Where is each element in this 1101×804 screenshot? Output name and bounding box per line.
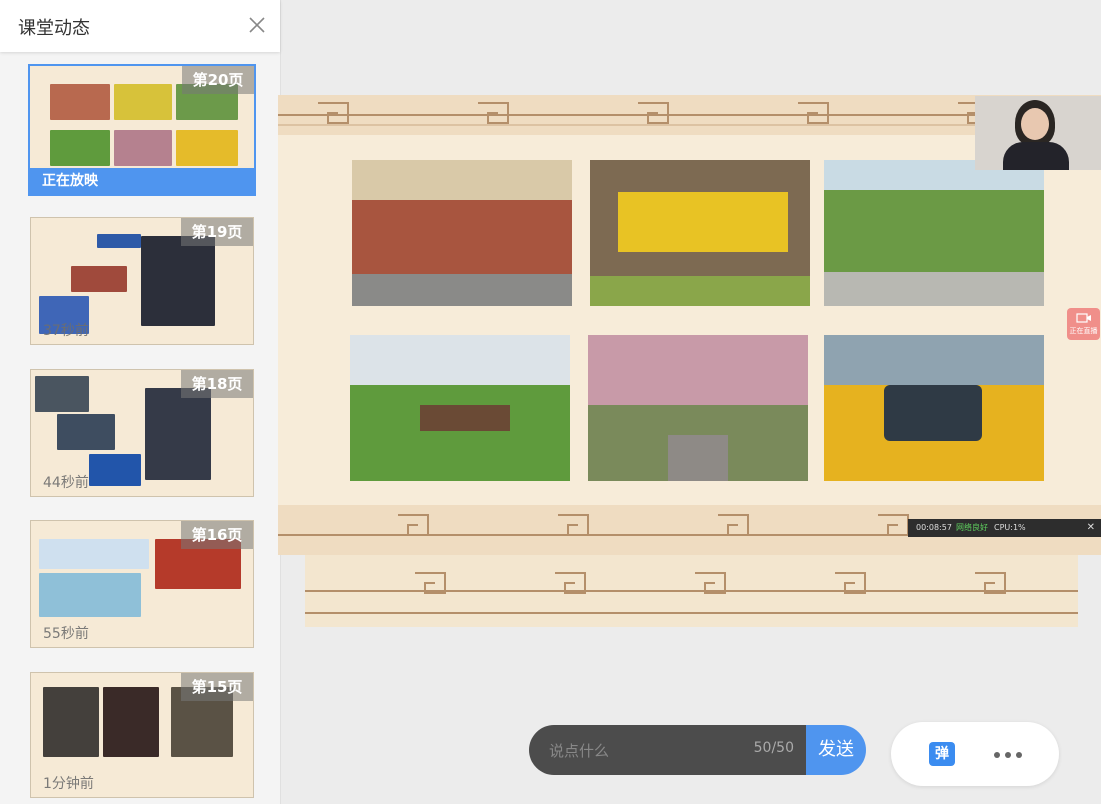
thumb-photo: [114, 130, 172, 166]
live-indicator[interactable]: 正在直播: [1067, 308, 1100, 340]
toolbar-pill: 弹: [891, 722, 1059, 786]
status-cpu: CPU:1%: [994, 523, 1026, 532]
char-counter: 50/50: [753, 740, 794, 756]
status-time: 00:08:57: [916, 523, 952, 532]
page-number-badge: 第18页: [181, 370, 253, 398]
slide-thumbnail-19[interactable]: 第19页 37秒前: [30, 217, 254, 345]
elapsed-time: 1分钟前: [43, 776, 94, 792]
slide-thumbnail-15[interactable]: 第15页 1分钟前: [30, 672, 254, 798]
campus-trees-photo: [824, 160, 1044, 306]
campus-blossom-photo: [588, 335, 808, 481]
elapsed-time: 44秒前: [43, 475, 89, 491]
thumb-portrait: [43, 687, 99, 757]
thumb-photo: [39, 573, 141, 617]
campus-wall-photo: [590, 160, 810, 306]
thumb-photo: [89, 454, 141, 486]
thumb-photo: [35, 376, 89, 412]
thumb-photo: [50, 84, 110, 120]
danmu-icon[interactable]: 弹: [929, 742, 955, 766]
slide-thumbnail-20[interactable]: 第20页 正在放映: [28, 64, 256, 196]
thumb-photo: [50, 130, 110, 166]
chat-input-box: 50/50: [529, 725, 806, 775]
campus-building-photo: [352, 160, 572, 306]
slide-thumbnail-16[interactable]: 第16页 55秒前: [30, 520, 254, 648]
elapsed-time: 37秒前: [43, 323, 89, 339]
page-number-badge: 第19页: [181, 218, 253, 246]
status-network: 网络良好: [956, 523, 988, 532]
page-number-badge: 第15页: [181, 673, 253, 701]
now-playing-label: 正在放映: [30, 168, 254, 194]
thumb-photo: [57, 414, 115, 450]
thumb-portrait: [145, 388, 211, 480]
presenter-body: [1003, 142, 1069, 170]
presenter-video[interactable]: [975, 96, 1101, 170]
slide-thumbnail-18[interactable]: 第18页 44秒前: [30, 369, 254, 497]
thumb-logo: [97, 234, 141, 248]
bottom-border-pattern: [305, 572, 1078, 614]
campus-flowers-photo: [824, 335, 1044, 481]
sidebar-header: 课堂动态: [0, 0, 280, 52]
more-dots-icon[interactable]: [993, 752, 1023, 758]
presenter-face: [1021, 108, 1049, 140]
campus-reading-photo: [350, 335, 570, 481]
close-small-icon[interactable]: ✕: [1087, 519, 1095, 537]
thumb-photo: [176, 130, 238, 166]
thumb-photo: [71, 266, 127, 292]
page-number-badge: 第16页: [181, 521, 253, 549]
live-label: 正在直播: [1069, 327, 1098, 335]
class-activity-sidebar: 课堂动态 第20页 正在放映 第19页 37秒前 第18页 44秒前 第16页 …: [0, 0, 281, 804]
chat-input[interactable]: [547, 739, 741, 763]
elapsed-time: 55秒前: [43, 626, 89, 642]
thumb-photo: [39, 539, 149, 569]
close-icon[interactable]: [246, 14, 268, 36]
slide-bottom-border: [305, 555, 1078, 627]
thumb-photo: [114, 84, 172, 120]
camera-icon: [1075, 313, 1091, 323]
page-number-badge: 第20页: [182, 66, 254, 94]
send-button[interactable]: 发送: [806, 725, 866, 775]
sidebar-title: 课堂动态: [18, 18, 90, 39]
live-status-bar: 00:08:57 网络良好 CPU:1% ✕: [908, 519, 1101, 537]
thumb-portrait: [141, 236, 215, 326]
thumb-portrait: [103, 687, 159, 757]
